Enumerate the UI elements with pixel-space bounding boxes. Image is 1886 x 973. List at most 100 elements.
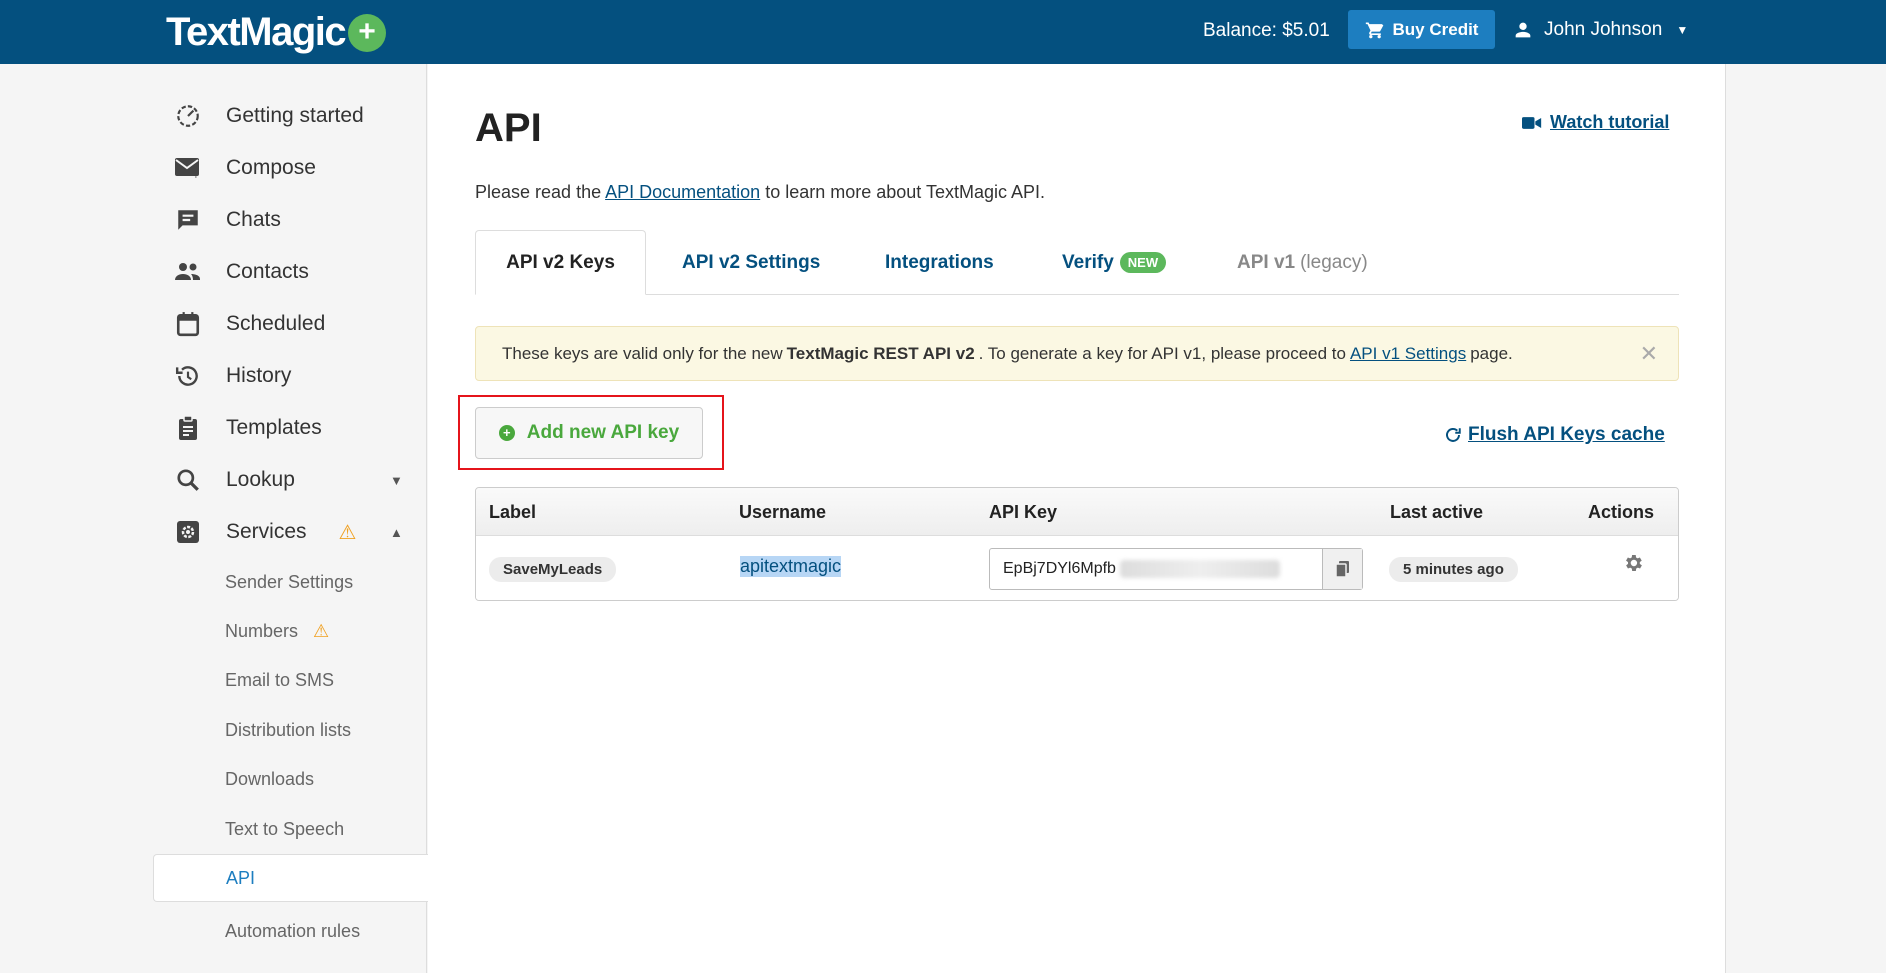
balance-text: Balance: $5.01 bbox=[1203, 20, 1330, 41]
sidebar-item-chats[interactable]: Chats bbox=[172, 200, 281, 240]
sidebar-sub-api[interactable]: API bbox=[153, 854, 429, 902]
tab-bar: API v2 Keys API v2 Settings Integrations… bbox=[475, 230, 1679, 295]
tab-integrations[interactable]: Integrations bbox=[885, 230, 994, 295]
sidebar-sub-sender-settings[interactable]: Sender Settings bbox=[225, 572, 353, 593]
buy-credit-label: Buy Credit bbox=[1392, 19, 1479, 39]
label-pill: SaveMyLeads bbox=[489, 557, 617, 582]
tab-label: API v2 Keys bbox=[506, 251, 615, 273]
api-v1-settings-link[interactable]: API v1 Settings bbox=[1350, 344, 1466, 364]
notice-text: . To generate a key for API v1, please p… bbox=[978, 343, 1346, 363]
sidebar-item-label: Scheduled bbox=[226, 312, 326, 335]
sidebar: Getting started + Compose Chats Contacts… bbox=[0, 64, 429, 973]
column-header-actions: Actions bbox=[1588, 502, 1655, 522]
notice-banner: These keys are valid only for the new Te… bbox=[475, 326, 1679, 381]
sidebar-sub-downloads[interactable]: Downloads bbox=[225, 769, 314, 790]
svg-text:+: + bbox=[193, 171, 199, 180]
plus-circle-icon: + bbox=[498, 425, 515, 441]
watch-tutorial-link[interactable]: Watch tutorial bbox=[1522, 112, 1669, 133]
sidebar-item-compose[interactable]: + Compose bbox=[172, 148, 316, 188]
user-icon bbox=[1515, 22, 1531, 38]
sidebar-sub-label: API bbox=[226, 868, 256, 888]
api-key-blurred bbox=[1120, 560, 1280, 578]
warning-icon: ⚠ bbox=[313, 621, 330, 641]
close-icon[interactable]: ✕ bbox=[1640, 341, 1658, 367]
gear-box-icon bbox=[172, 516, 204, 548]
tab-suffix: (legacy) bbox=[1300, 251, 1368, 273]
main-content: API Watch tutorial Please read the API D… bbox=[428, 64, 1726, 973]
add-button-label: Add new API key bbox=[526, 422, 680, 443]
api-documentation-link[interactable]: API Documentation bbox=[605, 182, 760, 202]
sidebar-sub-distribution-lists[interactable]: Distribution lists bbox=[225, 720, 351, 741]
sidebar-sub-label: Numbers bbox=[225, 621, 299, 641]
tab-api-v2-settings[interactable]: API v2 Settings bbox=[682, 230, 820, 295]
sidebar-item-label: Compose bbox=[226, 156, 316, 179]
copy-icon[interactable] bbox=[1322, 549, 1362, 589]
last-active-pill: 5 minutes ago bbox=[1389, 557, 1518, 582]
sidebar-sub-text-to-speech[interactable]: Text to Speech bbox=[225, 819, 344, 840]
sidebar-item-getting-started[interactable]: Getting started bbox=[172, 96, 364, 136]
tab-label: Verify bbox=[1062, 251, 1114, 273]
sidebar-item-scheduled[interactable]: Scheduled bbox=[172, 304, 325, 344]
tab-label: API v2 Settings bbox=[682, 251, 821, 273]
gear-icon[interactable] bbox=[1622, 552, 1644, 579]
new-badge: NEW bbox=[1119, 252, 1167, 273]
user-name: John Johnson bbox=[1544, 19, 1663, 40]
envelope-icon: + bbox=[172, 152, 204, 184]
flush-api-keys-cache-link[interactable]: Flush API Keys cache bbox=[1444, 424, 1665, 446]
chat-icon bbox=[172, 204, 204, 236]
watch-tutorial-label: Watch tutorial bbox=[1550, 112, 1670, 132]
user-menu[interactable]: John Johnson ▼ bbox=[1512, 19, 1688, 41]
sidebar-item-templates[interactable]: Templates bbox=[172, 408, 322, 448]
sidebar-item-label: History bbox=[226, 364, 292, 387]
sidebar-item-label: Chats bbox=[226, 208, 281, 231]
api-keys-table: Label Username API Key Last active Actio… bbox=[475, 487, 1679, 601]
textmagic-logo[interactable]: TextMagic bbox=[166, 9, 347, 54]
sidebar-item-contacts[interactable]: Contacts bbox=[172, 252, 309, 292]
notice-text: These keys are valid only for the new bbox=[502, 343, 783, 363]
username-value[interactable]: apitextmagic bbox=[740, 556, 842, 577]
refresh-icon bbox=[1446, 428, 1461, 442]
intro-before: Please read the bbox=[475, 182, 602, 202]
notice-bold: TextMagic REST API v2 bbox=[786, 343, 975, 363]
calendar-icon bbox=[172, 308, 204, 340]
search-icon bbox=[172, 464, 204, 496]
tab-api-v2-keys[interactable]: API v2 Keys bbox=[475, 230, 646, 295]
clipboard-icon bbox=[172, 412, 204, 444]
sidebar-sub-automation-rules[interactable]: Automation rules bbox=[225, 921, 360, 942]
tab-verify[interactable]: Verify NEW bbox=[1062, 230, 1167, 295]
intro-after: to learn more about TextMagic API. bbox=[765, 182, 1046, 202]
tab-label: Integrations bbox=[885, 251, 994, 273]
tab-label: API v1 bbox=[1237, 251, 1296, 273]
add-new-api-key-button[interactable]: + Add new API key bbox=[475, 407, 703, 459]
column-header-username: Username bbox=[739, 502, 827, 522]
sidebar-item-label: Contacts bbox=[226, 260, 309, 283]
logo-text: TextMagic bbox=[166, 9, 347, 54]
intro-text: Please read the API Documentation to lea… bbox=[475, 182, 1045, 203]
sidebar-item-services[interactable]: Services ⚠ ▲ bbox=[172, 512, 403, 552]
api-key-value: EpBj7DYl6Mpfb bbox=[1003, 560, 1116, 577]
history-icon bbox=[172, 360, 204, 392]
buy-credit-button[interactable]: Buy Credit bbox=[1348, 10, 1495, 49]
flush-label: Flush API Keys cache bbox=[1468, 424, 1665, 445]
sidebar-item-label: Getting started bbox=[226, 104, 364, 127]
table-header: Label Username API Key Last active Actio… bbox=[476, 488, 1678, 536]
sidebar-item-lookup[interactable]: Lookup ▼ bbox=[172, 460, 403, 500]
top-bar: TextMagic + Balance: $5.01 Buy Credit Jo… bbox=[0, 0, 1886, 64]
sidebar-sub-email-to-sms[interactable]: Email to SMS bbox=[225, 670, 334, 691]
sidebar-item-history[interactable]: History bbox=[172, 356, 291, 396]
sidebar-item-label: Templates bbox=[226, 416, 322, 439]
sidebar-sub-numbers[interactable]: Numbers ⚠ bbox=[225, 621, 329, 642]
video-camera-icon bbox=[1522, 116, 1542, 129]
tab-api-v1-legacy[interactable]: API v1 (legacy) bbox=[1237, 230, 1368, 295]
api-key-field[interactable]: EpBj7DYl6Mpfb bbox=[989, 548, 1363, 590]
chevron-down-icon: ▼ bbox=[390, 472, 403, 488]
sidebar-item-label: Lookup bbox=[226, 468, 295, 491]
page-title: API bbox=[475, 106, 542, 150]
table-row: SaveMyLeads apitextmagic EpBj7DYl6Mpfb 5… bbox=[476, 536, 1678, 600]
column-header-api-key: API Key bbox=[989, 502, 1058, 522]
chevron-up-icon: ▲ bbox=[390, 524, 403, 540]
warning-icon: ⚠ bbox=[338, 521, 357, 544]
quick-add-button[interactable]: + bbox=[348, 14, 386, 52]
column-header-last-active: Last active bbox=[1390, 502, 1484, 522]
column-header-label: Label bbox=[489, 502, 537, 522]
